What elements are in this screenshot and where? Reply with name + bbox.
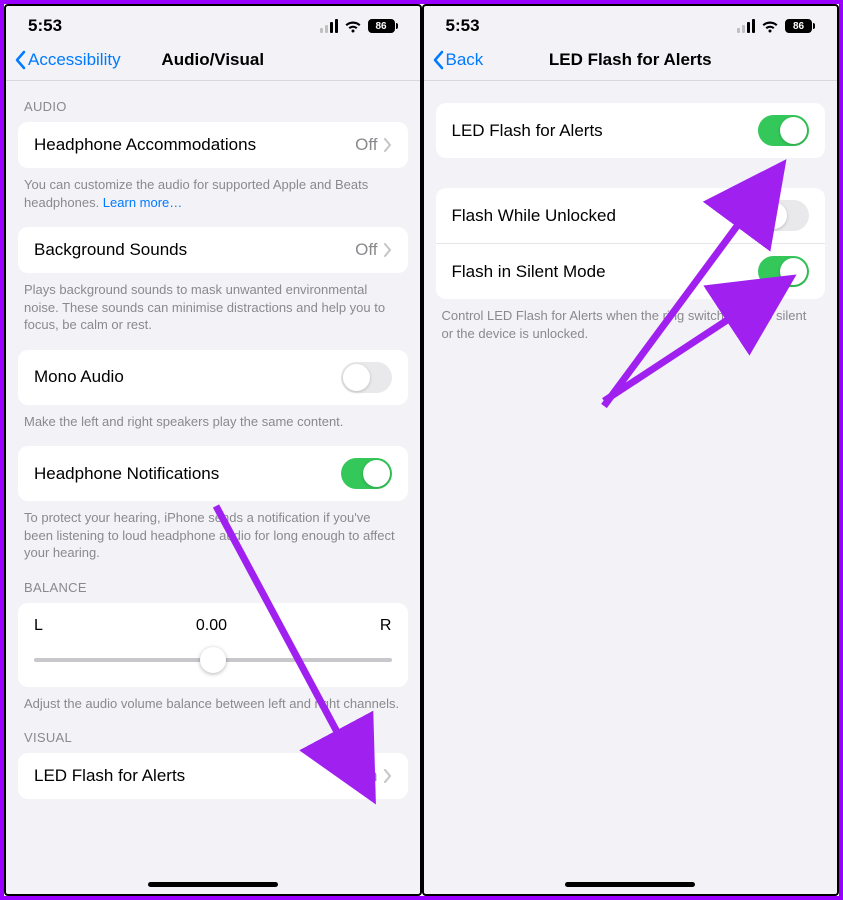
balance-card: L 0.00 R	[18, 603, 408, 687]
chevron-left-icon	[14, 50, 26, 70]
chevron-left-icon	[432, 50, 444, 70]
headphone-notifications-toggle[interactable]	[341, 458, 392, 489]
chevron-right-icon	[384, 138, 392, 152]
nav-bar: Accessibility Audio/Visual	[6, 42, 420, 81]
row-label: Mono Audio	[34, 367, 124, 387]
balance-note: Adjust the audio volume balance between …	[6, 687, 420, 713]
balance-left-label: L	[34, 617, 43, 635]
flash-silent-toggle[interactable]	[758, 256, 809, 287]
row-label: Background Sounds	[34, 240, 187, 260]
wifi-icon	[344, 20, 362, 33]
signal-icon	[320, 19, 338, 33]
row-label: Flash While Unlocked	[452, 206, 616, 226]
row-label: LED Flash for Alerts	[34, 766, 185, 786]
back-button[interactable]: Accessibility	[14, 50, 121, 70]
mono-note: Make the left and right speakers play th…	[6, 405, 420, 431]
balance-slider[interactable]	[34, 647, 392, 673]
home-indicator[interactable]	[148, 882, 278, 887]
headphone-notifications-row: Headphone Notifications	[18, 446, 408, 501]
visual-section-header: VISUAL	[6, 712, 420, 753]
learn-more-link[interactable]: Learn more…	[103, 195, 182, 210]
nav-bar: Back LED Flash for Alerts	[424, 42, 838, 81]
chevron-right-icon	[384, 769, 392, 783]
chevron-right-icon	[384, 243, 392, 257]
balance-section-header: BALANCE	[6, 562, 420, 603]
status-time: 5:53	[446, 16, 480, 36]
flash-unlocked-row: Flash While Unlocked	[436, 188, 826, 243]
left-phone: 5:53 86 Accessibility Audio/Visual AUDIO…	[4, 4, 422, 896]
headphone-note: You can customize the audio for supporte…	[6, 168, 420, 211]
status-time: 5:53	[28, 16, 62, 36]
home-indicator[interactable]	[565, 882, 695, 887]
right-phone: 5:53 86 Back LED Flash for Alerts LED Fl…	[422, 4, 840, 896]
page-title: Audio/Visual	[161, 50, 264, 70]
headphone-accommodations-row[interactable]: Headphone Accommodations Off	[18, 122, 408, 168]
row-value: Off	[355, 240, 377, 260]
led-flash-row[interactable]: LED Flash for Alerts On	[18, 753, 408, 799]
back-label: Accessibility	[28, 50, 121, 70]
balance-value: 0.00	[196, 617, 227, 635]
row-value: Off	[355, 135, 377, 155]
audio-section-header: AUDIO	[6, 81, 420, 122]
back-label: Back	[446, 50, 484, 70]
mono-audio-toggle[interactable]	[341, 362, 392, 393]
page-title: LED Flash for Alerts	[549, 50, 712, 70]
led-flash-toggle[interactable]	[758, 115, 809, 146]
signal-icon	[737, 19, 755, 33]
back-button[interactable]: Back	[432, 50, 484, 70]
row-label: Headphone Notifications	[34, 464, 219, 484]
battery-icon: 86	[368, 19, 398, 33]
wifi-icon	[761, 20, 779, 33]
hp-notif-note: To protect your hearing, iPhone sends a …	[6, 501, 420, 562]
background-note: Plays background sounds to mask unwanted…	[6, 273, 420, 334]
row-value: On	[355, 766, 378, 786]
row-label: Flash in Silent Mode	[452, 262, 606, 282]
row-label: Headphone Accommodations	[34, 135, 256, 155]
led-note: Control LED Flash for Alerts when the ri…	[424, 299, 838, 342]
battery-icon: 86	[785, 19, 815, 33]
row-label: LED Flash for Alerts	[452, 121, 603, 141]
flash-silent-row: Flash in Silent Mode	[436, 243, 826, 299]
led-flash-main-row: LED Flash for Alerts	[436, 103, 826, 158]
balance-right-label: R	[380, 617, 392, 635]
background-sounds-row[interactable]: Background Sounds Off	[18, 227, 408, 273]
status-bar: 5:53 86	[6, 6, 420, 42]
flash-unlocked-toggle[interactable]	[758, 200, 809, 231]
mono-audio-row: Mono Audio	[18, 350, 408, 405]
status-bar: 5:53 86	[424, 6, 838, 42]
